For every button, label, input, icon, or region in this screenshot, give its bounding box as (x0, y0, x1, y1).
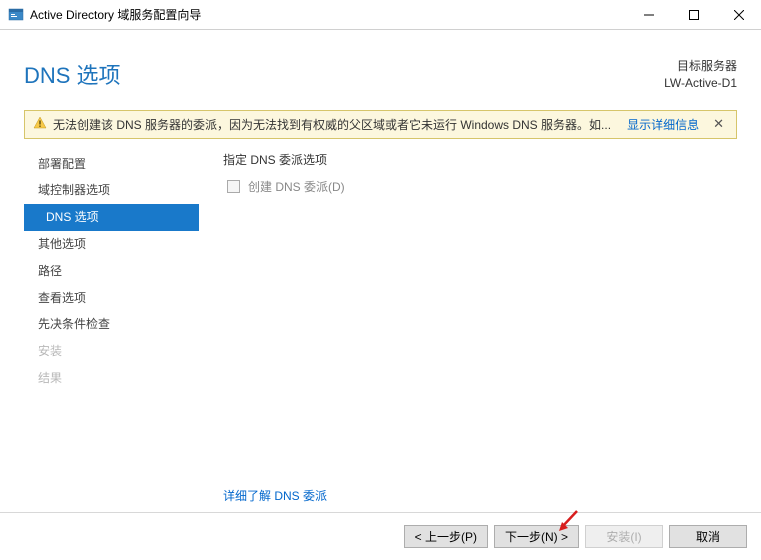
server-info: 目标服务器 LW-Active-D1 (664, 58, 737, 92)
server-name: LW-Active-D1 (664, 75, 737, 92)
warning-text: 无法创建该 DNS 服务器的委派，因为无法找到有权威的父区域或者它未运行 Win… (53, 116, 623, 133)
install-button: 安装(I) (585, 525, 663, 548)
sidebar-item-dns-options[interactable]: DNS 选项 (24, 204, 199, 231)
sidebar-item-install: 安装 (24, 338, 199, 365)
server-label: 目标服务器 (664, 58, 737, 75)
sidebar-item-other-options[interactable]: 其他选项 (24, 231, 199, 258)
sidebar-item-review[interactable]: 查看选项 (24, 285, 199, 312)
create-dns-delegation-checkbox[interactable] (227, 180, 240, 193)
warning-close-icon[interactable]: ✕ (709, 116, 728, 132)
checkbox-label: 创建 DNS 委派(D) (248, 178, 345, 195)
prev-button[interactable]: < 上一步(P) (404, 525, 488, 548)
header-section: DNS 选项 目标服务器 LW-Active-D1 (0, 30, 761, 110)
warning-bar: 无法创建该 DNS 服务器的委派，因为无法找到有权威的父区域或者它未运行 Win… (24, 110, 737, 139)
warning-details-link[interactable]: 显示详细信息 (627, 116, 699, 133)
minimize-button[interactable] (626, 0, 671, 30)
next-button[interactable]: 下一步(N) > (494, 525, 579, 548)
window-title: Active Directory 域服务配置向导 (30, 6, 626, 23)
titlebar: Active Directory 域服务配置向导 (0, 0, 761, 30)
sidebar-item-paths[interactable]: 路径 (24, 258, 199, 285)
content-area: 部署配置 域控制器选项 DNS 选项 其他选项 路径 查看选项 先决条件检查 安… (0, 139, 761, 504)
button-bar: < 上一步(P) 下一步(N) > 安装(I) 取消 (0, 512, 761, 560)
sidebar-item-prereq[interactable]: 先决条件检查 (24, 311, 199, 338)
section-label: 指定 DNS 委派选项 (223, 151, 737, 168)
window-controls (626, 0, 761, 30)
learn-more-link[interactable]: 详细了解 DNS 委派 (223, 487, 327, 504)
app-icon (8, 7, 24, 23)
sidebar-item-dc-options[interactable]: 域控制器选项 (24, 177, 199, 204)
sidebar-item-deploy-config[interactable]: 部署配置 (24, 151, 199, 178)
maximize-button[interactable] (671, 0, 716, 30)
cancel-button[interactable]: 取消 (669, 525, 747, 548)
main-panel: 指定 DNS 委派选项 创建 DNS 委派(D) 详细了解 DNS 委派 (199, 147, 737, 504)
checkbox-row: 创建 DNS 委派(D) (223, 178, 737, 195)
close-button[interactable] (716, 0, 761, 30)
warning-icon (33, 116, 47, 133)
page-title: DNS 选项 (24, 58, 121, 90)
sidebar-item-results: 结果 (24, 365, 199, 392)
sidebar: 部署配置 域控制器选项 DNS 选项 其他选项 路径 查看选项 先决条件检查 安… (24, 147, 199, 504)
